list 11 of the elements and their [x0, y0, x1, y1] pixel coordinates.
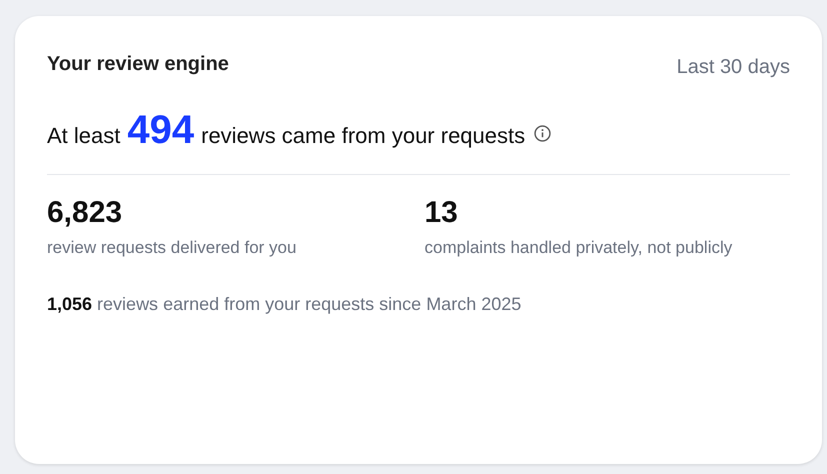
period-label: Last 30 days — [676, 55, 790, 80]
stat-label: complaints handled privately, not publicly — [424, 237, 734, 259]
info-icon[interactable] — [534, 124, 552, 142]
headline-suffix: reviews came from your requests — [201, 122, 526, 150]
stat-value: 6,823 — [47, 195, 124, 231]
stat-value: 13 — [424, 195, 459, 231]
footer-summary: 1,056 reviews earned from your requests since March 2025 — [47, 293, 522, 316]
card-title: Your review engine — [47, 52, 229, 77]
headline-number: 494 — [127, 110, 194, 150]
stat-label: review requests delivered for you — [47, 237, 298, 259]
headline-prefix: At least — [47, 122, 120, 150]
